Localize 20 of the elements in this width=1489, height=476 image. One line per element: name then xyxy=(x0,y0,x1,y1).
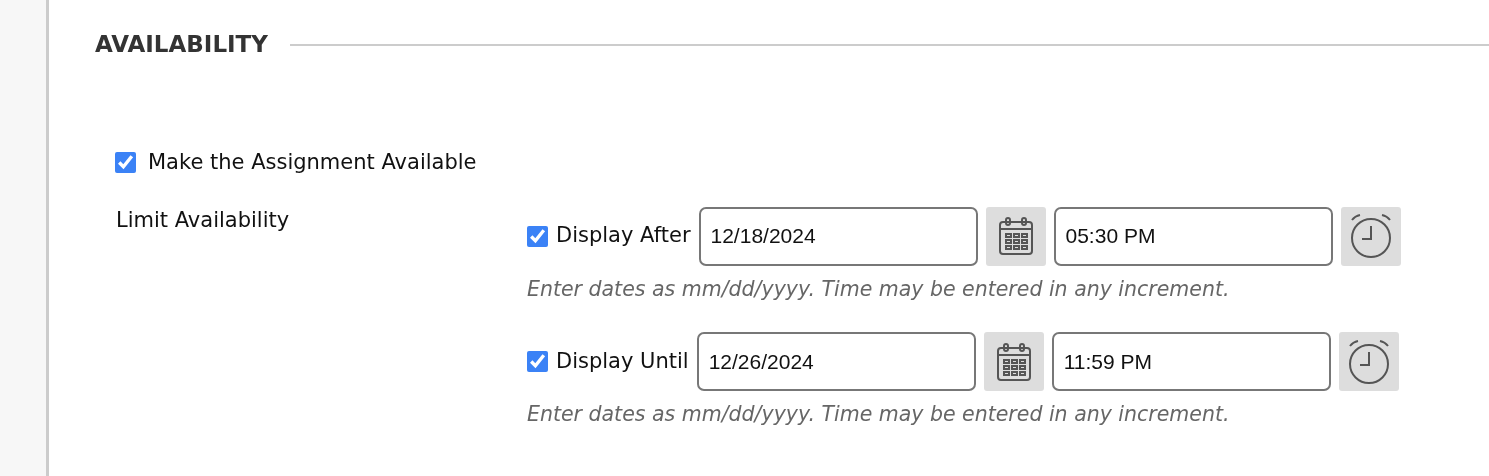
time-field[interactable]: 11:59 PM xyxy=(1051,332,1331,392)
checkbox[interactable] xyxy=(115,152,136,174)
section-title: AVAILABILITY xyxy=(95,29,268,59)
checkbox[interactable] xyxy=(527,351,548,373)
clock-button[interactable] xyxy=(1338,332,1399,392)
field-label: Limit Availability xyxy=(116,206,291,234)
date-field[interactable]: 12/18/2024 xyxy=(698,206,978,266)
calendar-icon xyxy=(995,341,1032,382)
calendar-button[interactable] xyxy=(985,206,1046,266)
calendar-icon xyxy=(997,216,1034,256)
hint-text: Enter dates as mm/dd/yyyy. Time may be entered in any increment. xyxy=(527,275,1231,303)
checkbox-label[interactable]: Make the Assignment Available xyxy=(148,147,477,179)
clock-button[interactable] xyxy=(1340,206,1401,266)
date-field[interactable]: 12/26/2024 xyxy=(696,332,976,392)
hint-text: Enter dates as mm/dd/yyyy. Time may be entered in any increment. xyxy=(527,401,1231,429)
checkbox[interactable] xyxy=(527,225,548,247)
checkbox-label[interactable]: Display Until xyxy=(556,346,689,378)
calendar-button[interactable] xyxy=(983,332,1044,392)
time-field[interactable]: 05:30 PM xyxy=(1053,206,1333,266)
checkbox-label[interactable]: Display After xyxy=(556,220,691,252)
